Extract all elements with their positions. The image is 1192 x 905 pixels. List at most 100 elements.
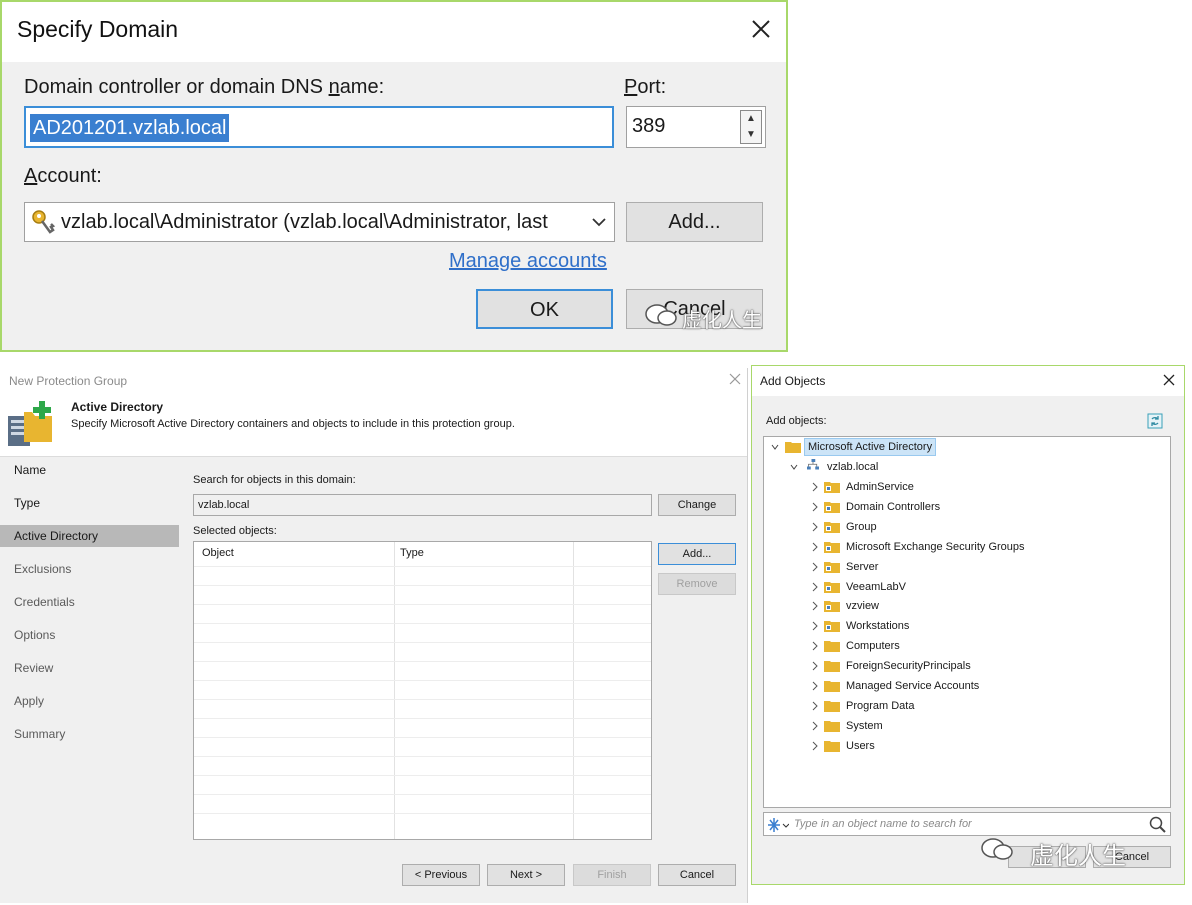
- object-search-bar[interactable]: Type in an object name to search for: [763, 812, 1171, 836]
- spin-up-icon[interactable]: ▲: [741, 111, 761, 127]
- nav-item-summary[interactable]: Summary: [0, 723, 179, 745]
- tree-node-label: vzlab.local: [827, 461, 879, 473]
- nav-item-exclusions[interactable]: Exclusions: [0, 558, 179, 580]
- row-divider: [194, 718, 651, 719]
- row-divider: [194, 794, 651, 795]
- nav-item-name[interactable]: Name: [0, 459, 179, 481]
- chevron-right-icon[interactable]: [810, 482, 818, 492]
- folder-icon: [824, 700, 840, 712]
- chevron-right-icon[interactable]: [810, 542, 818, 552]
- tree-node-vzview[interactable]: vzview: [808, 597, 1108, 615]
- chevron-right-icon[interactable]: [810, 582, 818, 592]
- chevron-right-icon[interactable]: [810, 502, 818, 512]
- selected-objects-label: Selected objects:: [193, 525, 277, 537]
- add-objects-title: Add Objects: [760, 374, 826, 388]
- remove-button[interactable]: Remove: [658, 573, 736, 595]
- specify-domain-dialog: Specify Domain Domain controller or doma…: [0, 0, 788, 352]
- tree-node-domain-controllers[interactable]: Domain Controllers: [808, 498, 1108, 516]
- chevron-right-icon[interactable]: [810, 661, 818, 671]
- tree-node-domain[interactable]: vzlab.local: [788, 458, 908, 476]
- add-account-button[interactable]: Add...: [626, 202, 763, 242]
- search-placeholder: Type in an object name to search for: [794, 818, 972, 830]
- change-button[interactable]: Change: [658, 494, 736, 516]
- folder-icon: [824, 641, 840, 653]
- domain-input[interactable]: AD201201.vzlab.local: [24, 106, 614, 148]
- account-value: vzlab.local\Administrator (vzlab.local\A…: [61, 211, 548, 233]
- port-label: Port:: [624, 76, 667, 98]
- nav-item-credentials[interactable]: Credentials: [0, 591, 179, 613]
- finish-button[interactable]: Finish: [573, 864, 651, 886]
- row-divider: [194, 813, 651, 814]
- next-button[interactable]: Next >: [487, 864, 565, 886]
- watermark-logo-icon: [645, 304, 677, 326]
- tree-node-microsoft-exchange-security-groups[interactable]: Microsoft Exchange Security Groups: [808, 538, 1108, 556]
- chevron-right-icon[interactable]: [810, 562, 818, 572]
- selected-objects-table[interactable]: Object Type: [193, 541, 652, 840]
- tree-node-program-data[interactable]: Program Data: [808, 697, 1108, 715]
- close-icon[interactable]: [728, 372, 742, 386]
- tree-node-label: AdminService: [846, 481, 914, 493]
- specify-domain-title: Specify Domain: [17, 16, 179, 42]
- add-button[interactable]: Add...: [658, 543, 736, 565]
- search-icon[interactable]: [1149, 816, 1167, 834]
- chevron-down-icon[interactable]: [590, 211, 608, 233]
- row-divider: [194, 680, 651, 681]
- folder-icon: [824, 661, 840, 673]
- chevron-right-icon[interactable]: [810, 601, 818, 611]
- row-divider: [194, 566, 651, 567]
- tree-node-managed-service-accounts[interactable]: Managed Service Accounts: [808, 677, 1108, 695]
- tree-node-veeamlabv[interactable]: VeeamLabV: [808, 578, 1108, 596]
- spin-down-icon[interactable]: ▼: [741, 127, 761, 143]
- nav-item-type[interactable]: Type: [0, 492, 179, 514]
- tree-node-label: vzview: [846, 600, 880, 613]
- folder-icon: [824, 720, 840, 732]
- nav-item-apply[interactable]: Apply: [0, 690, 179, 712]
- tree-node-root[interactable]: Microsoft Active Directory: [769, 438, 969, 456]
- domain-label: Domain controller or domain DNS name:: [24, 76, 385, 98]
- close-icon[interactable]: [1162, 373, 1176, 387]
- tree-node-computers[interactable]: Computers: [808, 637, 1108, 655]
- nav-item-review[interactable]: Review: [0, 657, 179, 679]
- object-type-filter-icon[interactable]: [767, 817, 789, 833]
- ou-folder-icon: [824, 621, 840, 633]
- chevron-right-icon[interactable]: [810, 721, 818, 731]
- nav-item-active-directory[interactable]: Active Directory: [0, 525, 179, 547]
- ou-folder-icon: [824, 601, 840, 613]
- tree-node-users[interactable]: Users: [808, 737, 1108, 755]
- column-header-type[interactable]: Type: [400, 547, 424, 559]
- wizard-cancel-button[interactable]: Cancel: [658, 864, 736, 886]
- tree-node-workstations[interactable]: Workstations: [808, 617, 1108, 635]
- account-dropdown[interactable]: vzlab.local\Administrator (vzlab.local\A…: [24, 202, 615, 242]
- row-divider: [194, 661, 651, 662]
- manage-accounts-link[interactable]: Manage accounts: [449, 250, 607, 273]
- refresh-icon[interactable]: [1147, 413, 1163, 429]
- tree-node-foreignsecurityprincipals[interactable]: ForeignSecurityPrincipals: [808, 657, 1108, 675]
- row-divider: [194, 737, 651, 738]
- close-icon[interactable]: [746, 14, 776, 44]
- chevron-right-icon[interactable]: [810, 681, 818, 691]
- ou-folder-icon: [824, 521, 840, 533]
- chevron-right-icon[interactable]: [810, 741, 818, 751]
- tree-node-group[interactable]: Group: [808, 518, 1108, 536]
- header-title: Active Directory: [71, 400, 164, 414]
- ok-button[interactable]: OK: [476, 289, 613, 329]
- chevron-right-icon[interactable]: [810, 701, 818, 711]
- tree-node-adminservice[interactable]: AdminService: [808, 478, 1108, 496]
- port-stepper[interactable]: 389 ▲ ▼: [626, 106, 766, 148]
- column-header-object[interactable]: Object: [202, 547, 234, 559]
- nav-item-options[interactable]: Options: [0, 624, 179, 646]
- port-spin[interactable]: ▲ ▼: [740, 110, 762, 144]
- tree-node-server[interactable]: Server: [808, 558, 1108, 576]
- chevron-down-icon[interactable]: [790, 462, 798, 472]
- row-divider: [194, 604, 651, 605]
- chevron-right-icon[interactable]: [810, 621, 818, 631]
- chevron-down-icon[interactable]: [771, 442, 779, 452]
- chevron-right-icon[interactable]: [810, 522, 818, 532]
- tree-node-system[interactable]: System: [808, 717, 1108, 735]
- window-title: New Protection Group: [9, 374, 128, 388]
- watermark-logo-icon: [981, 838, 1013, 860]
- tree-node-label: Group: [846, 520, 877, 533]
- previous-button[interactable]: < Previous: [402, 864, 480, 886]
- table-header: Object Type: [194, 542, 651, 566]
- chevron-right-icon[interactable]: [810, 641, 818, 651]
